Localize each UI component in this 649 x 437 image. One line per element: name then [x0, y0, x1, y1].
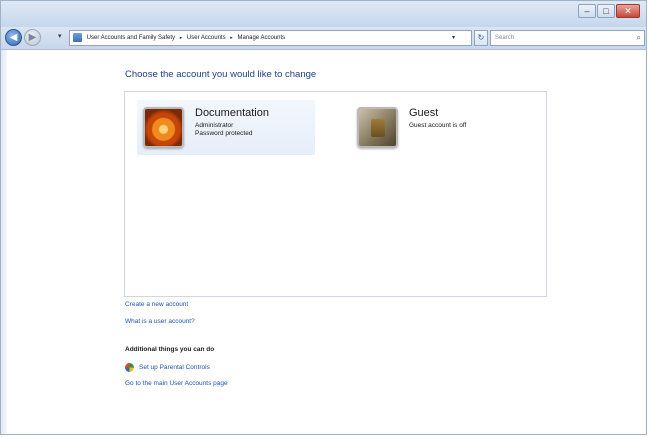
- close-button[interactable]: ✕: [616, 4, 640, 18]
- caption-buttons: – □ ✕: [578, 4, 640, 18]
- additional-things-heading: Additional things you can do: [125, 346, 215, 353]
- user-accounts-icon: [73, 33, 82, 42]
- breadcrumb-manage-accounts[interactable]: Manage Accounts: [237, 35, 285, 41]
- recent-pages-dropdown[interactable]: ▾: [58, 32, 62, 40]
- search-placeholder: Search: [495, 35, 515, 41]
- account-name: Guest: [409, 107, 439, 119]
- minimize-button[interactable]: –: [578, 4, 596, 18]
- what-is-user-account-link[interactable]: What is a user account?: [125, 318, 195, 325]
- address-bar[interactable]: User Accounts and Family Safety ▸ User A…: [69, 30, 472, 46]
- breadcrumb-separator-icon[interactable]: ▸: [180, 35, 183, 41]
- refresh-button[interactable]: ↻: [474, 30, 488, 46]
- account-name: Documentation: [195, 107, 269, 119]
- main-user-accounts-page-link[interactable]: Go to the main User Accounts page: [125, 380, 228, 387]
- account-picture-flower: [143, 107, 184, 148]
- back-button[interactable]: ◀: [5, 29, 22, 46]
- account-type: Administrator: [195, 122, 234, 129]
- breadcrumb-user-accounts[interactable]: User Accounts: [187, 35, 226, 41]
- account-password-status: Password protected: [195, 130, 253, 137]
- main-content: Choose the account you would like to cha…: [1, 50, 646, 436]
- account-tile-guest[interactable]: Guest Guest account is off: [351, 100, 501, 155]
- account-picture-guest: [357, 107, 398, 148]
- account-status: Guest account is off: [409, 122, 467, 129]
- navigation-bar: ◀ ▶ ▾ User Accounts and Family Safety ▸ …: [1, 27, 646, 50]
- search-icon[interactable]: ⌕: [637, 31, 641, 45]
- account-tile-documentation[interactable]: Documentation Administrator Password pro…: [137, 100, 315, 155]
- maximize-button[interactable]: □: [597, 4, 615, 18]
- create-account-link[interactable]: Create a new account: [125, 301, 188, 308]
- accounts-panel: Documentation Administrator Password pro…: [124, 91, 547, 297]
- breadcrumb-user-accounts-family-safety[interactable]: User Accounts and Family Safety: [87, 35, 175, 41]
- parental-controls-shield-icon: [125, 363, 134, 372]
- breadcrumb-separator-icon[interactable]: ▸: [230, 35, 233, 41]
- search-input[interactable]: Search ⌕: [490, 30, 645, 46]
- page-heading: Choose the account you would like to cha…: [125, 69, 317, 80]
- address-dropdown-icon[interactable]: ▾: [452, 31, 455, 45]
- explorer-window: – □ ✕ ◀ ▶ ▾ User Accounts and Family Saf…: [0, 0, 647, 435]
- title-bar[interactable]: – □ ✕: [1, 1, 646, 27]
- parental-controls-link[interactable]: Set up Parental Controls: [139, 364, 210, 371]
- forward-button[interactable]: ▶: [24, 29, 41, 46]
